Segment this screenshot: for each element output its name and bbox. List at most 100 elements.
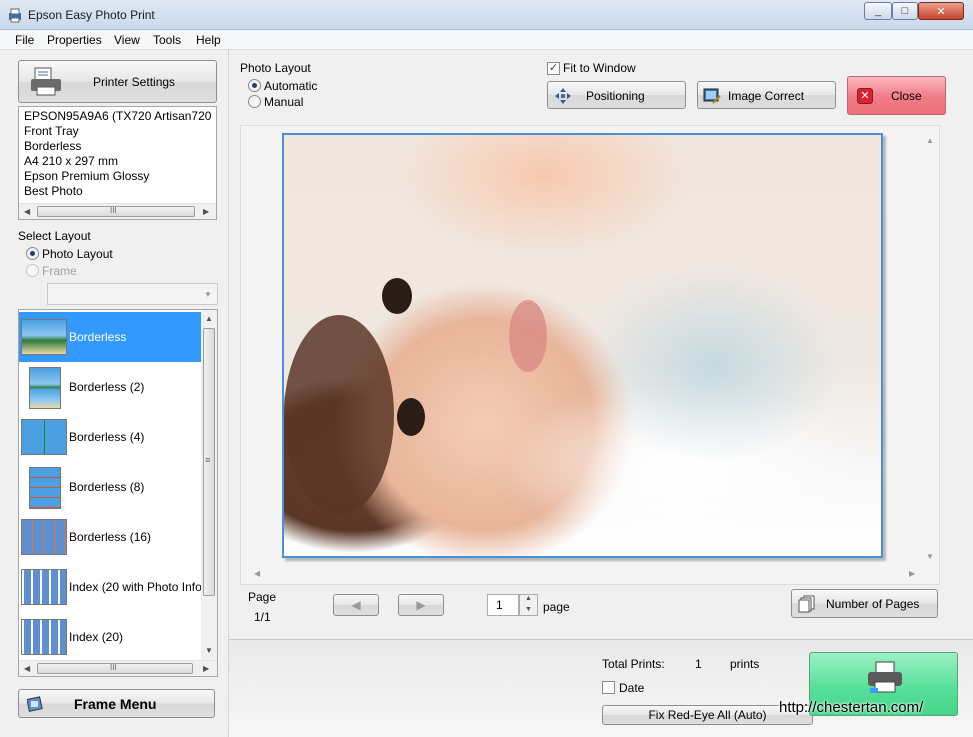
scroll-right-icon[interactable]: ▶	[203, 207, 209, 216]
number-of-pages-button[interactable]: Number of Pages	[791, 589, 938, 618]
frame-menu-icon	[27, 696, 43, 712]
photo-preview[interactable]	[282, 133, 883, 558]
photo-layout-radio-automatic[interactable]: Automatic	[248, 78, 368, 94]
fit-to-window-checkbox[interactable]: ✓ Fit to Window	[547, 61, 667, 77]
scroll-grip-icon: III	[110, 663, 117, 672]
scroll-up-icon[interactable]: ▲	[205, 314, 213, 323]
checkbox-icon[interactable]: ✓	[547, 62, 560, 75]
scroll-thumb[interactable]: III	[37, 206, 195, 217]
page-suffix: page	[543, 600, 570, 614]
printer-info-box: EPSON95A9A6 (TX720 Artisan720 Front Tray…	[18, 106, 217, 220]
layout-radio-frame[interactable]: Frame	[26, 263, 206, 279]
scroll-left-icon[interactable]: ◀	[24, 207, 30, 216]
radio-manual-label: Manual	[264, 95, 304, 109]
scroll-down-icon[interactable]: ▼	[205, 646, 213, 655]
page-stepper[interactable]: ▲ ▼	[519, 594, 538, 616]
layout-item-borderless-4[interactable]: Borderless (4)	[19, 412, 201, 462]
printer-icon	[868, 661, 902, 693]
image-correct-icon	[703, 88, 721, 104]
scroll-left-icon[interactable]: ◀	[254, 569, 260, 578]
photo-eye-lower	[397, 398, 425, 436]
fix-red-eye-label: Fix Red-Eye All (Auto)	[648, 708, 767, 722]
window-title: Epson Easy Photo Print	[28, 8, 155, 22]
date-checkbox[interactable]: Date	[602, 680, 682, 696]
page-label: Page	[248, 590, 277, 604]
menu-properties[interactable]: Properties	[47, 33, 102, 47]
positioning-button[interactable]: Positioning	[547, 81, 686, 109]
layout-item-label: Borderless (8)	[69, 480, 145, 494]
stepper-up-icon[interactable]: ▲	[525, 595, 532, 602]
radio-photo-layout-label: Photo Layout	[42, 247, 113, 261]
scroll-grip-icon: ≡	[205, 455, 211, 465]
minimize-button[interactable]: _	[864, 2, 892, 20]
printer-settings-button[interactable]: Printer Settings	[18, 60, 217, 103]
printer-info-hscrollbar[interactable]: ◀ III ▶	[19, 203, 216, 219]
layout-thumbnail	[29, 367, 61, 409]
layout-item-index-20-info[interactable]: Index (20 with Photo Info	[19, 562, 202, 612]
page-input-value: 1	[496, 598, 503, 612]
app-icon	[9, 8, 21, 23]
photo-layout-heading: Photo Layout	[240, 61, 311, 75]
printer-info-line: Borderless	[24, 139, 82, 153]
layout-item-borderless-2[interactable]: Borderless (2)	[19, 362, 201, 412]
layout-item-label: Index (20)	[69, 630, 124, 644]
printer-info-line: Epson Premium Glossy	[24, 169, 150, 183]
scroll-down-icon[interactable]: ▼	[926, 552, 934, 561]
layout-thumbnail	[21, 619, 67, 655]
photo-eye-upper	[382, 278, 412, 314]
radio-automatic-label: Automatic	[264, 79, 318, 93]
menu-tools[interactable]: Tools	[153, 33, 181, 47]
next-page-button[interactable]: ▶	[398, 594, 444, 616]
layout-item-index-20[interactable]: Index (20)	[19, 612, 201, 662]
menu-file[interactable]: File	[15, 33, 34, 47]
layout-thumbnail	[21, 569, 67, 605]
layout-item-borderless-16[interactable]: Borderless (16)	[19, 512, 201, 562]
title-bar: Epson Easy Photo Print _ □ ✕	[0, 0, 973, 30]
frame-menu-button[interactable]: Frame Menu	[18, 689, 215, 718]
layout-list-hscrollbar[interactable]: ◀ III ▶	[19, 660, 217, 676]
number-of-pages-label: Number of Pages	[826, 597, 920, 611]
radio-manual[interactable]	[248, 95, 261, 108]
printer-info-line: A4 210 x 297 mm	[24, 154, 119, 168]
photo-layout-radio-manual[interactable]: Manual	[248, 94, 368, 110]
chevron-left-icon: ◀	[351, 598, 361, 612]
frame-dropdown[interactable]: ▼	[47, 283, 218, 305]
layout-item-label: Index (20 with Photo Info	[69, 580, 202, 594]
maximize-button[interactable]: □	[892, 2, 918, 20]
close-button[interactable]: ✕ Close	[847, 76, 946, 115]
image-correct-button[interactable]: Image Correct	[697, 81, 836, 109]
radio-frame[interactable]	[26, 264, 39, 277]
layout-radio-photo[interactable]: Photo Layout	[26, 246, 206, 262]
preview-hscrollbar[interactable]: ◀ ▶	[249, 566, 923, 582]
page-input[interactable]: 1	[487, 594, 519, 616]
scroll-up-icon[interactable]: ▲	[926, 136, 934, 145]
checkbox-icon[interactable]	[602, 681, 615, 694]
layout-item-borderless-8[interactable]: Borderless (8)	[19, 462, 201, 512]
scroll-thumb[interactable]: III	[37, 663, 193, 674]
layout-list-vscrollbar[interactable]: ▲ ≡ ▼	[201, 310, 217, 660]
close-icon: ✕	[857, 88, 873, 104]
window-close-button[interactable]: ✕	[918, 2, 964, 20]
layout-thumbnail	[21, 319, 67, 355]
printer-settings-label: Printer Settings	[93, 75, 176, 89]
radio-frame-label: Frame	[42, 264, 77, 278]
menu-help[interactable]: Help	[196, 33, 221, 47]
scroll-right-icon[interactable]: ▶	[909, 569, 915, 578]
select-layout-heading: Select Layout	[18, 229, 91, 243]
layout-thumbnail	[21, 419, 67, 455]
chevron-down-icon: ▼	[204, 290, 212, 299]
layout-item-borderless[interactable]: Borderless	[19, 312, 201, 362]
scroll-left-icon[interactable]: ◀	[24, 664, 30, 673]
preview-vscrollbar[interactable]: ▲ ▼	[922, 134, 938, 566]
watermark-text: http://chestertan.com/	[779, 699, 924, 716]
radio-photo-layout[interactable]	[26, 247, 39, 260]
layout-thumbnail	[29, 467, 61, 509]
scroll-right-icon[interactable]: ▶	[203, 664, 209, 673]
layout-item-label: Borderless (2)	[69, 380, 145, 394]
menu-view[interactable]: View	[114, 33, 140, 47]
radio-automatic[interactable]	[248, 79, 261, 92]
prev-page-button[interactable]: ◀	[333, 594, 379, 616]
scroll-thumb[interactable]: ≡	[203, 328, 215, 596]
stepper-down-icon[interactable]: ▼	[525, 606, 532, 613]
layout-item-label: Borderless (4)	[69, 430, 145, 444]
